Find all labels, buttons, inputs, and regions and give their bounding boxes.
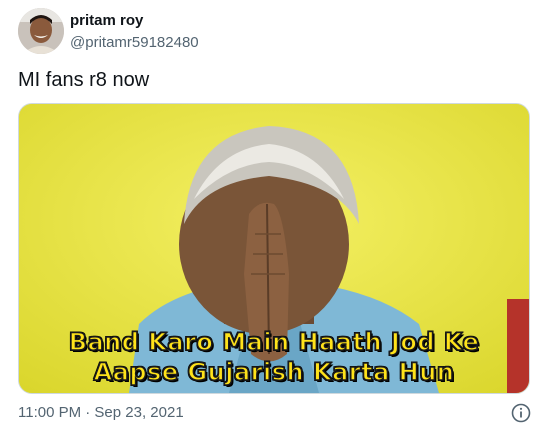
author-display-name[interactable]: pritam roy <box>70 12 143 30</box>
tweet-card: pritam roy @pritamr59182480 MI fans r8 n… <box>0 0 546 439</box>
author-avatar[interactable] <box>18 8 64 54</box>
author-handle[interactable]: @pritamr59182480 <box>70 34 199 52</box>
tweet-timestamp[interactable]: 11:00 PM · Sep 23, 2021 <box>18 404 184 422</box>
info-icon[interactable] <box>511 403 531 423</box>
avatar-image <box>18 8 64 54</box>
tweet-text: MI fans r8 now <box>18 69 150 91</box>
meme-caption-line-1: Band Karo Main Haath Jod Ke <box>68 327 480 357</box>
tweet-media-image[interactable]: Band Karo Main Haath Jod Ke Aapse Gujari… <box>18 103 530 394</box>
meme-caption-line-2: Aapse Gujarish Karta Hun <box>93 357 455 387</box>
